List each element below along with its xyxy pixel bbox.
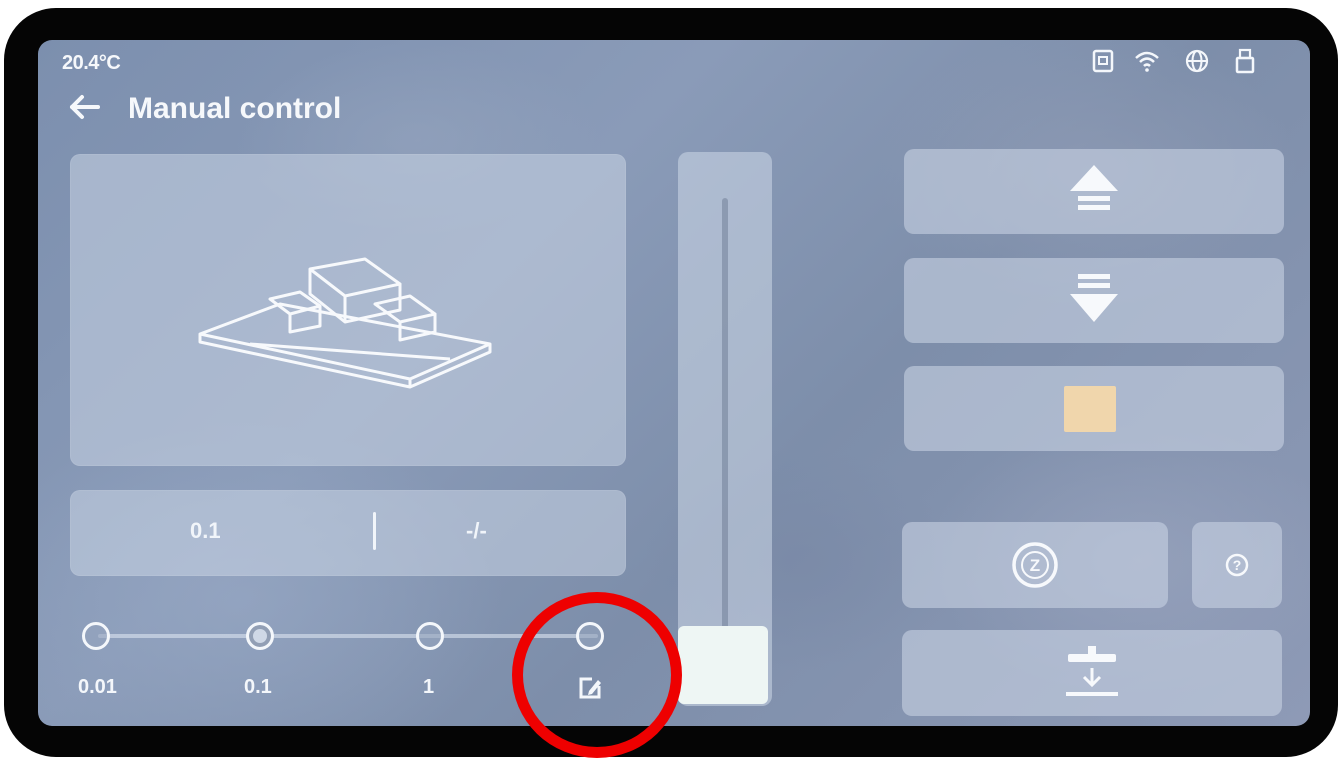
printer-platform-illustration: [198, 257, 492, 389]
slider-handle[interactable]: [678, 626, 768, 704]
help-button[interactable]: ?: [1192, 522, 1282, 608]
step-label-1: 1: [423, 676, 435, 698]
page-title: Manual control: [128, 92, 342, 125]
level-platform-icon: [1066, 646, 1118, 696]
usb-drive-icon: [1092, 49, 1114, 73]
wifi-icon: [1135, 51, 1159, 72]
arrow-up-icon: [1070, 165, 1118, 210]
step-label-0-01: 0.01: [78, 676, 117, 698]
home-z-label: Z: [1030, 556, 1040, 575]
move-down-button[interactable]: [904, 258, 1284, 343]
step-label-0-1: 0.1: [244, 676, 272, 698]
arrow-down-icon: [1070, 274, 1118, 322]
home-z-button[interactable]: Z: [902, 522, 1168, 608]
position-values-panel: 0.1 -/-: [70, 490, 626, 576]
position-value: -/-: [466, 518, 487, 543]
globe-icon: [1185, 49, 1209, 73]
step-option-0-1[interactable]: [246, 622, 274, 650]
home-z-icon: Z: [1012, 542, 1058, 588]
move-up-button[interactable]: [904, 149, 1284, 234]
temperature-readout: 20.4°C: [62, 52, 121, 74]
value-separator: [373, 512, 376, 550]
step-value: 0.1: [190, 518, 221, 543]
step-option-1[interactable]: [416, 622, 444, 650]
level-platform-button[interactable]: [902, 630, 1282, 716]
lock-icon: [1235, 48, 1255, 74]
step-option-0-01[interactable]: [82, 622, 110, 650]
touch-screen: 20.4°C Manual control 0.1 -/- 0.01 0.1 1…: [38, 40, 1310, 726]
help-label: ?: [1233, 557, 1242, 573]
highlight-circle: [512, 592, 682, 758]
stop-icon: [1064, 386, 1116, 432]
slider-rail: [722, 198, 728, 638]
back-arrow-icon[interactable]: [66, 92, 102, 122]
help-icon: ?: [1225, 553, 1249, 577]
stop-button[interactable]: [904, 366, 1284, 451]
printer-preview-panel: [70, 154, 626, 466]
